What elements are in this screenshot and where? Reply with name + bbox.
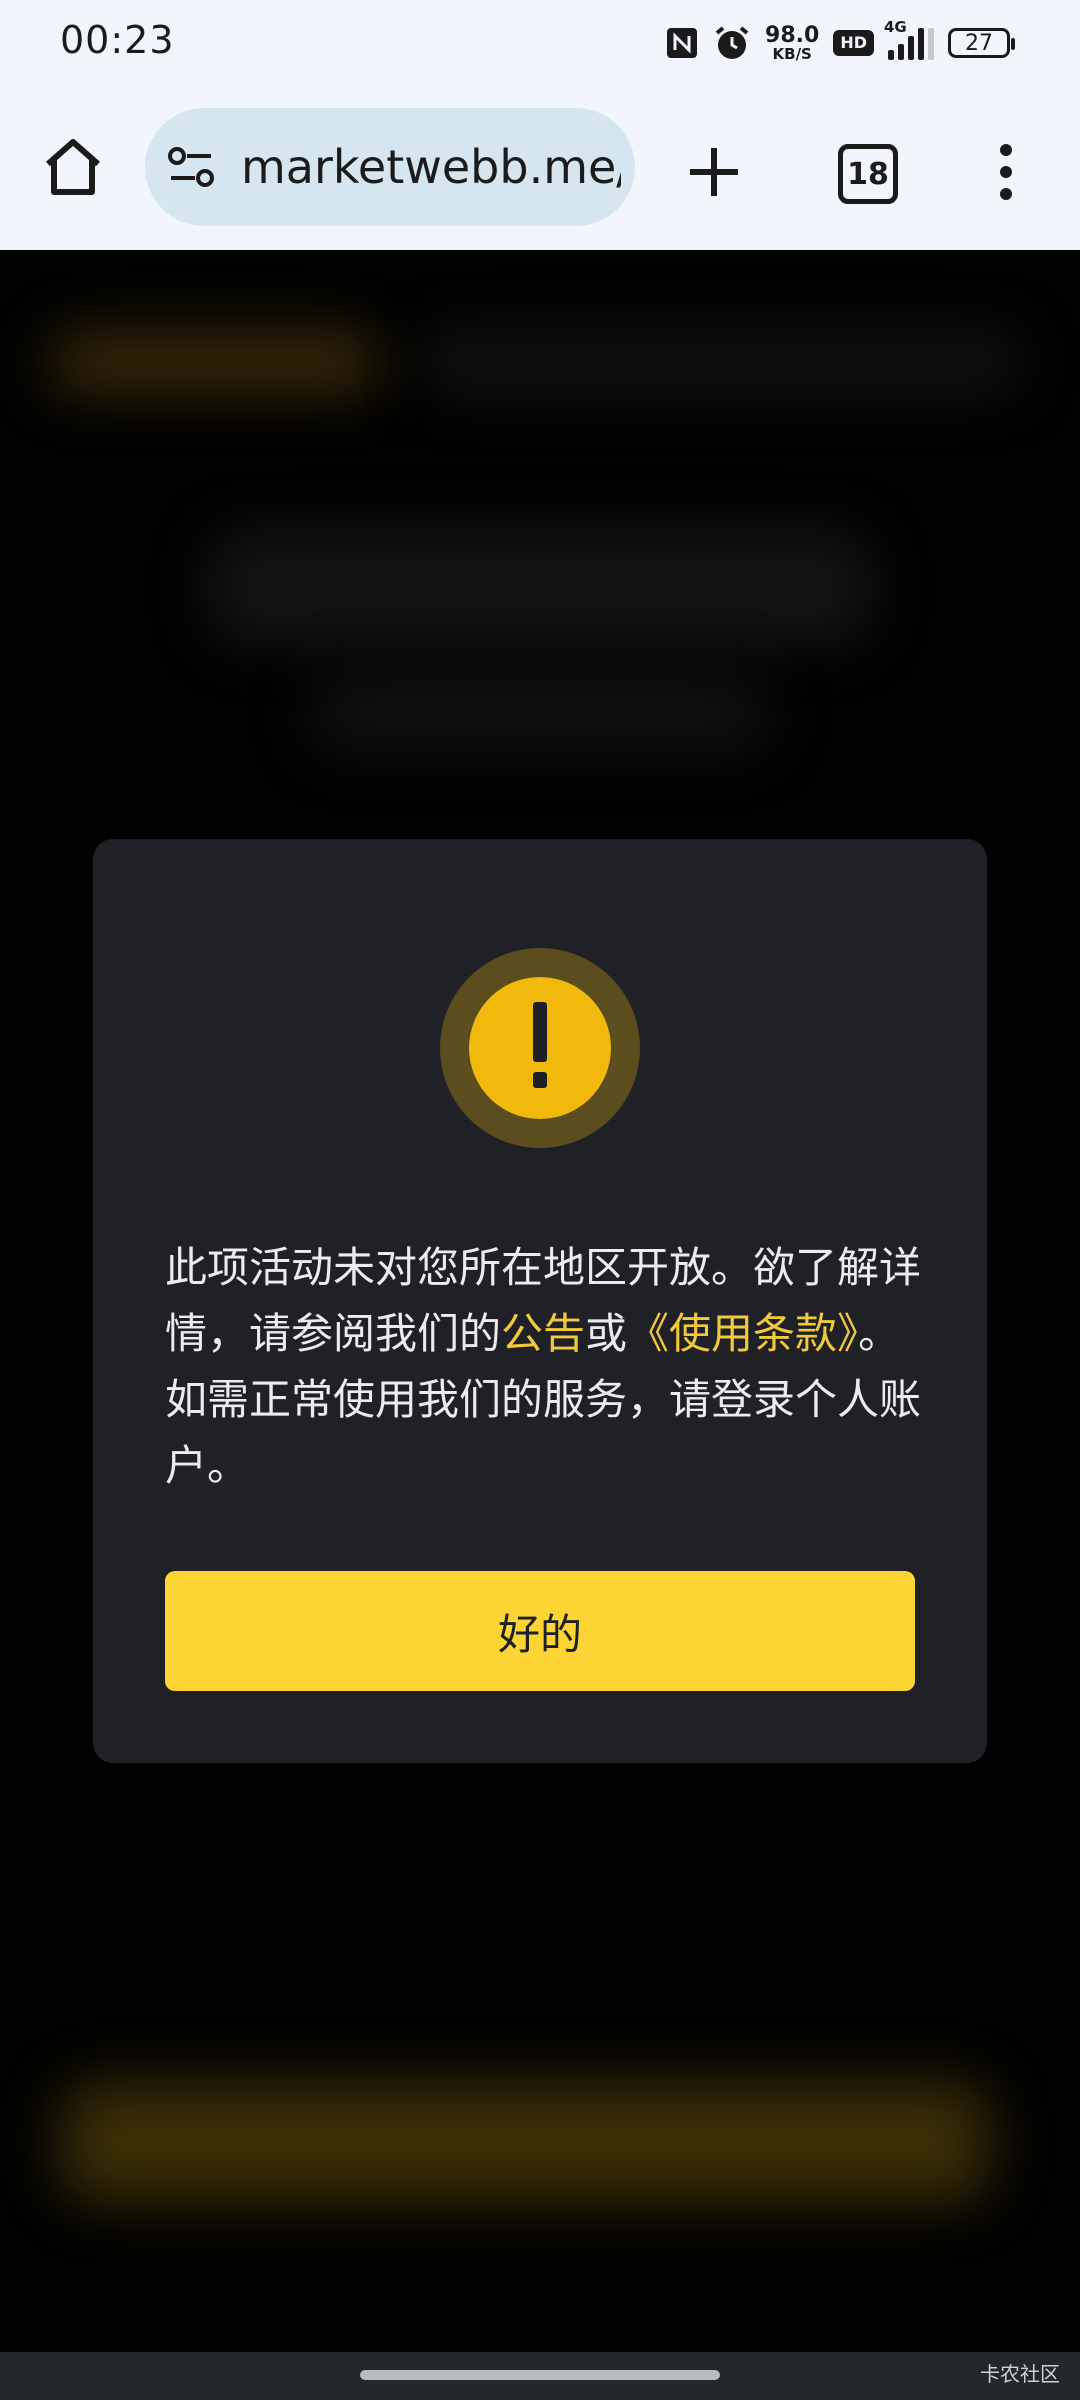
signal-icon: 4G: [884, 18, 934, 60]
net-speed-unit: KB/S: [772, 44, 812, 63]
dialog-message: 此项活动未对您所在地区开放。欲了解详情，请参阅我们的公告或《使用条款》。如需正常…: [165, 1235, 925, 1499]
status-icons: 98.0 KB/S HD 4G 27: [665, 18, 1015, 68]
message-connector: 或: [585, 1309, 628, 1358]
more-vert-icon[interactable]: [994, 142, 1018, 202]
tab-count: 18: [847, 156, 889, 192]
warning-icon: [440, 948, 640, 1148]
plus-icon[interactable]: [684, 142, 744, 202]
net-speed: 98.0 KB/S: [765, 22, 820, 63]
home-indicator[interactable]: [360, 2370, 720, 2380]
tab-switcher-icon[interactable]: 18: [838, 144, 898, 204]
announcement-link[interactable]: 公告: [501, 1309, 585, 1358]
url-text[interactable]: marketwebb.me/zh-CN: [241, 140, 621, 196]
network-type: 4G: [884, 18, 907, 36]
browser-toolbar: marketwebb.me/zh-CN 18: [0, 86, 1080, 338]
net-speed-value: 98.0: [765, 22, 820, 48]
ok-button[interactable]: 好的: [165, 1571, 915, 1691]
site-settings-icon[interactable]: [167, 146, 215, 188]
status-bar: 00:23 98.0 KB/S HD 4G 27: [0, 0, 1080, 86]
hd-badge: HD: [833, 30, 874, 56]
status-time: 00:23: [60, 18, 175, 62]
battery-level: 27: [965, 30, 993, 56]
watermark: 卡农社区: [980, 2362, 1060, 2386]
nfc-icon: [667, 28, 698, 58]
home-icon[interactable]: [40, 134, 106, 200]
alarm-icon: [715, 26, 749, 59]
terms-of-use-link[interactable]: 《使用条款》: [627, 1309, 858, 1358]
battery-icon: 27: [948, 28, 1015, 58]
region-restriction-dialog: 此项活动未对您所在地区开放。欲了解详情，请参阅我们的公告或《使用条款》。如需正常…: [93, 839, 987, 1763]
system-nav-bar: 卡农社区: [0, 2352, 1080, 2400]
url-bar[interactable]: marketwebb.me/zh-CN: [145, 108, 635, 226]
